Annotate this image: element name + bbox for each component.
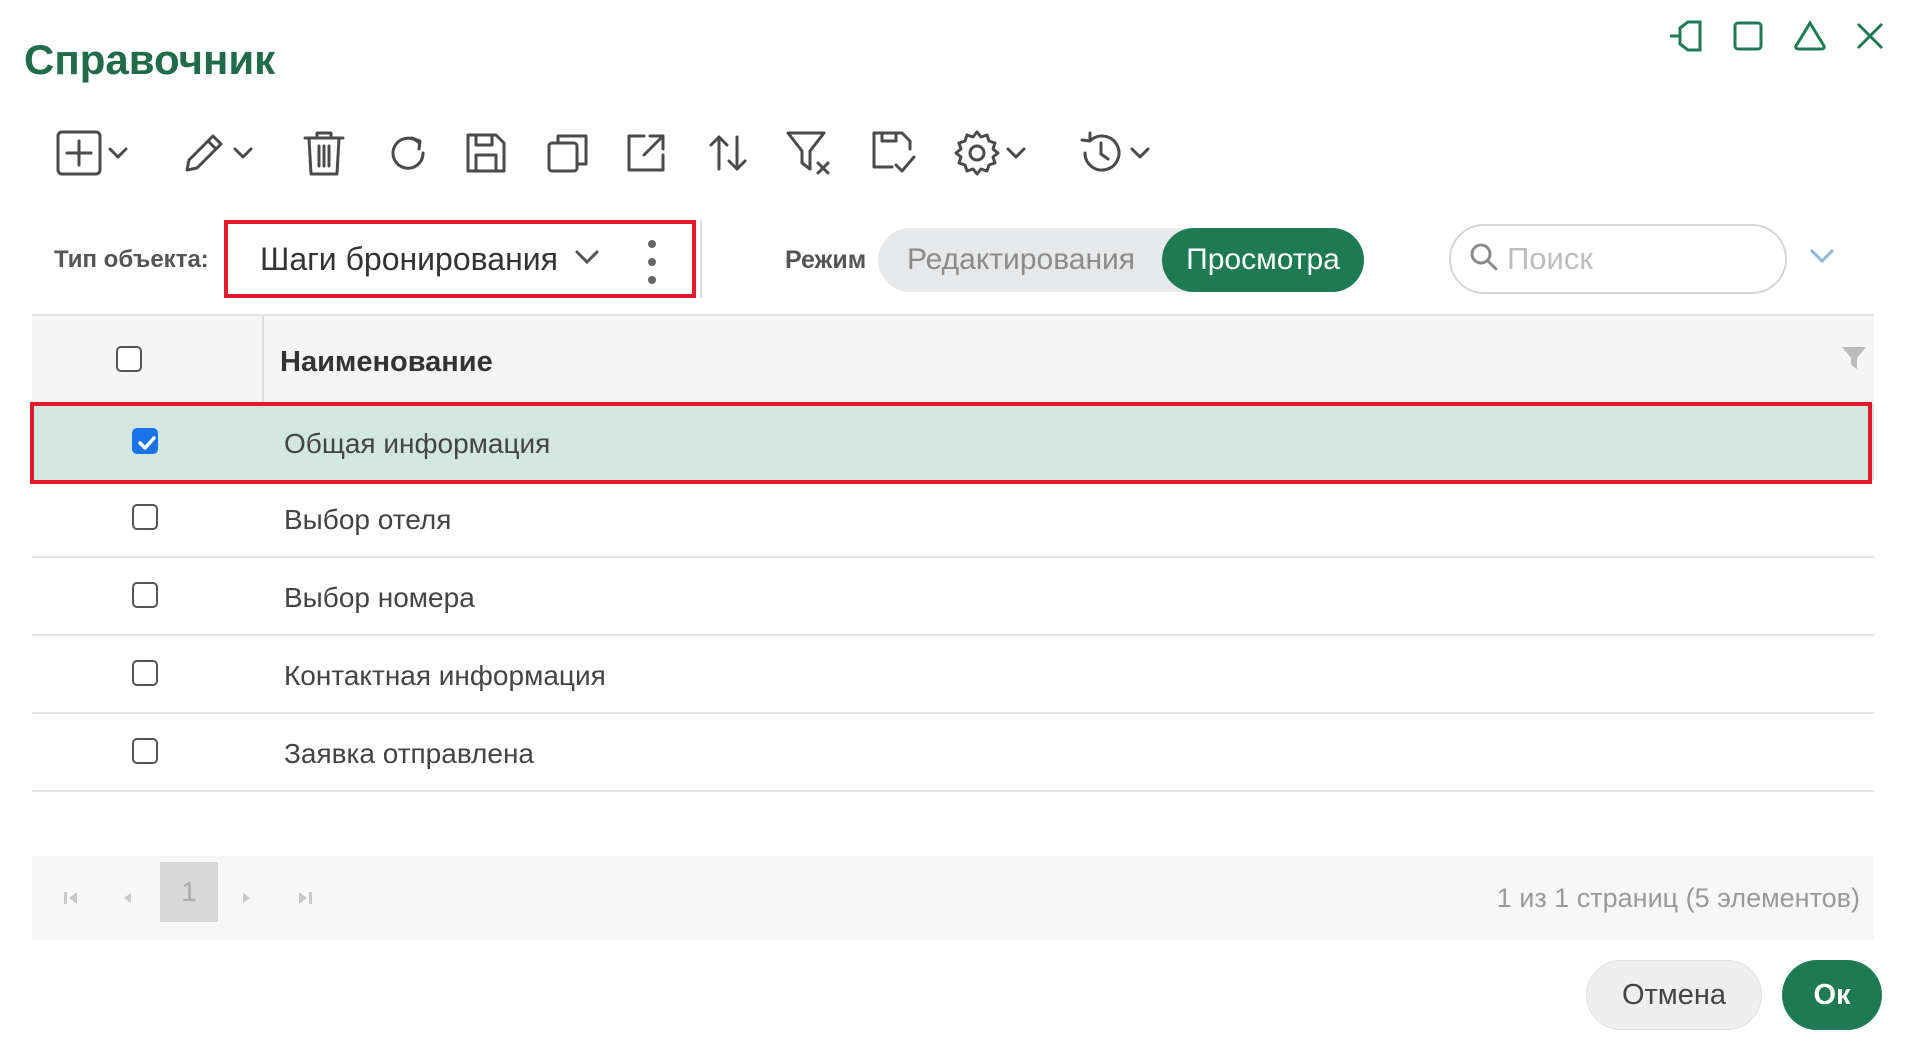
mode-label: Режим [785,246,867,274]
mode-toggle[interactable]: Редактирования Просмотра [878,228,1364,292]
row-checkbox[interactable] [132,582,158,608]
settings-icon [952,128,1002,183]
close-icon[interactable] [1848,14,1892,58]
table-row[interactable]: Контактная информация [32,636,1874,714]
column-filter-icon[interactable] [1840,344,1868,377]
settings-button[interactable] [942,124,1040,186]
sort-button[interactable] [700,124,756,186]
history-button[interactable] [1066,124,1164,186]
delete-button[interactable] [296,124,352,186]
row-checkbox[interactable] [132,504,158,530]
chevron-down-icon [1002,139,1030,172]
table-row[interactable]: Заявка отправлена [32,714,1874,792]
object-type-value: Шаги бронирования [260,240,558,277]
first-page-icon[interactable] [56,856,86,940]
collapse-icon[interactable] [1788,14,1832,58]
page-number[interactable]: 1 [160,862,218,922]
clear-filter-button[interactable] [780,124,840,186]
save-button[interactable] [458,124,514,186]
search-icon [1451,242,1499,277]
copy-icon [544,129,592,182]
ok-button[interactable]: Ок [1782,960,1882,1030]
column-header-name[interactable]: Наименование [280,346,493,379]
row-name: Заявка отправлена [284,738,535,769]
row-name: Выбор номера [284,582,475,613]
row-checkbox[interactable] [132,738,158,764]
column-divider [262,316,264,404]
save-icon [462,129,510,182]
save-layout-icon [868,127,920,184]
search-expand-icon[interactable] [1802,236,1842,276]
edit-button[interactable] [170,124,266,186]
table-row[interactable]: Общая информация [32,404,1874,480]
next-page-icon[interactable] [232,856,262,940]
row-checkbox[interactable] [132,660,158,686]
add-icon [54,128,104,183]
row-name: Контактная информация [284,660,606,691]
edit-icon [179,128,229,183]
page-info: 1 из 1 страниц (5 элементов) [1496,883,1860,913]
prev-page-icon[interactable] [112,856,142,940]
mode-edit-option[interactable]: Редактирования [878,228,1164,292]
chevron-down-icon [104,139,132,172]
dialog-title: Справочник [24,36,276,83]
chevron-down-icon [229,139,257,172]
cancel-button[interactable]: Отмена [1586,960,1762,1030]
row-name: Общая информация [284,428,551,459]
chevron-down-icon [1126,139,1154,172]
search-box[interactable] [1449,224,1787,294]
refresh-button[interactable] [380,124,436,186]
grid-header: Наименование [32,314,1874,404]
refresh-icon [385,130,431,181]
mode-view-option[interactable]: Просмотра [1162,228,1364,292]
history-icon [1076,128,1126,183]
add-button[interactable] [44,124,142,186]
pin-icon[interactable] [1664,14,1708,58]
data-grid: Наименование Общая информация Выбор отел… [32,314,1874,792]
table-row[interactable]: Выбор отеля [32,480,1874,558]
more-options-icon[interactable] [646,240,658,284]
search-input[interactable] [1505,240,1759,278]
export-button[interactable] [618,124,674,186]
object-type-label: Тип объекта: [54,246,209,273]
row-name: Выбор отеля [284,504,452,535]
chevron-down-icon [572,242,602,277]
divider [700,220,702,298]
maximize-icon[interactable] [1726,14,1770,58]
delete-icon [301,128,347,183]
select-all-checkbox[interactable] [116,346,142,372]
export-icon [622,129,670,182]
object-type-select[interactable]: Шаги бронирования [224,220,696,298]
last-page-icon[interactable] [290,856,320,940]
copy-button[interactable] [540,124,596,186]
row-checkbox[interactable] [132,428,158,454]
pager: 1 1 из 1 страниц (5 элементов) [32,856,1874,940]
sort-icon [704,129,752,182]
save-layout-button[interactable] [864,124,924,186]
table-row[interactable]: Выбор номера [32,558,1874,636]
clear-filter-icon [784,127,836,184]
